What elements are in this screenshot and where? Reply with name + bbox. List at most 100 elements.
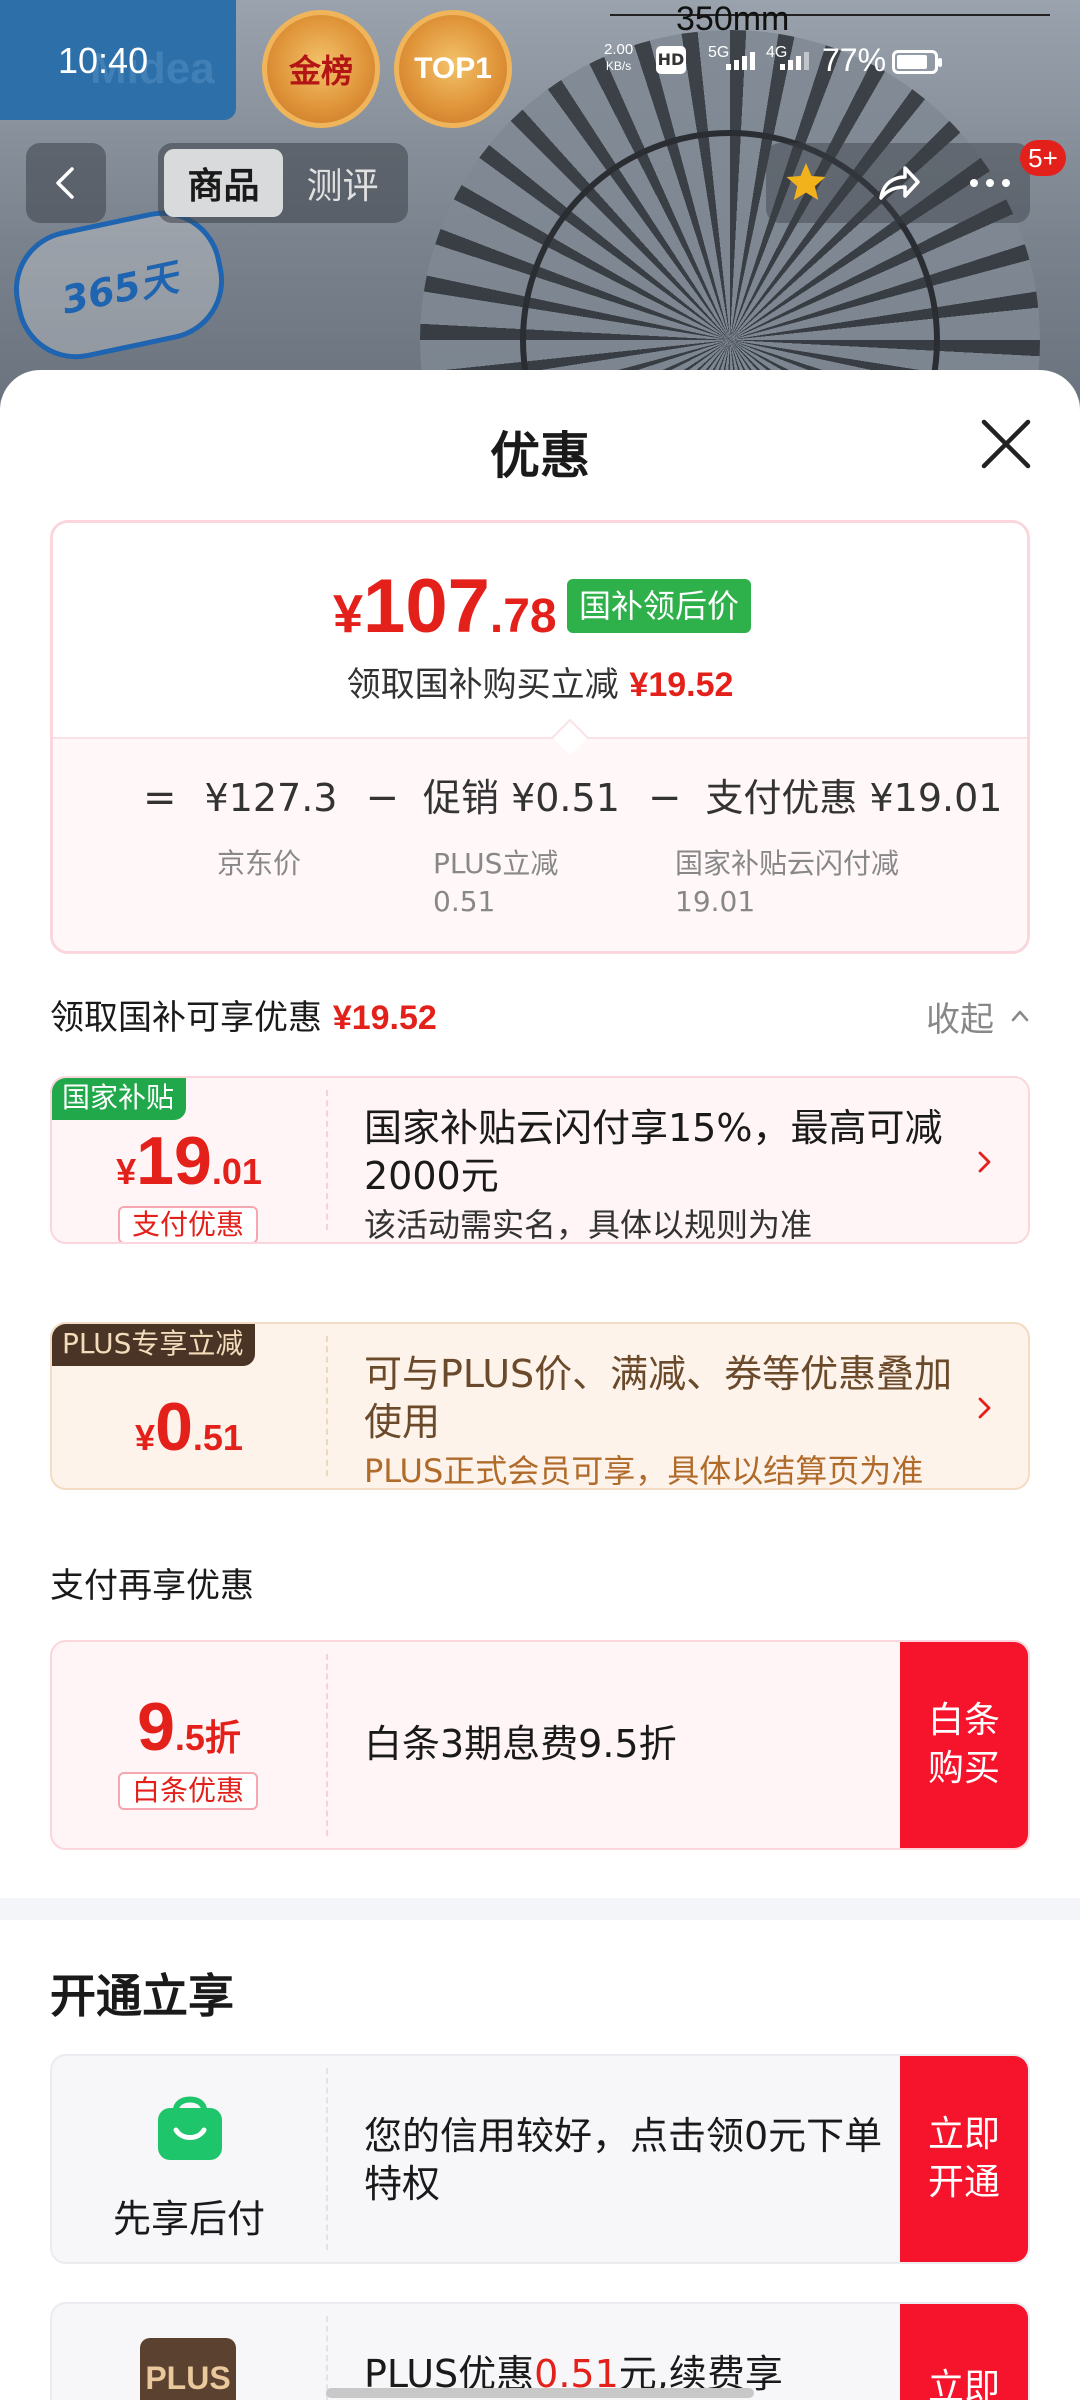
sheet-title: 优惠 <box>490 427 590 485</box>
baitiao-discount-integer: 9 <box>137 1689 175 1765</box>
plus-exclusive-flag: PLUS专享立减 <box>52 1324 256 1366</box>
price-summary-top: ¥107.78 国补领后价 领取国补购买立减 ¥19.52 <box>53 523 1027 737</box>
status-time: 10:40 <box>58 40 149 81</box>
warranty-badge-text: 365天 <box>57 254 182 323</box>
more-icon <box>970 179 1010 187</box>
plus-amount-integer: 0 <box>155 1389 193 1465</box>
final-price-integer: 107 <box>363 564 490 649</box>
close-button[interactable] <box>976 414 1036 474</box>
coupon-description: 国家补贴云闪付享15%，最高可减2000元 <box>364 1106 943 1198</box>
plus-amount-currency: ¥ <box>135 1417 156 1458</box>
equals-sign: = <box>143 775 177 821</box>
price-subtext-label: 领取国补购买立减 <box>346 665 619 705</box>
plus-open-button[interactable]: 立即 <box>900 2304 1028 2400</box>
baitiao-buy-line2: 购买 <box>927 1748 1000 1789</box>
favorite-button[interactable] <box>766 143 846 223</box>
promo-label-line1: PLUS立减 <box>433 847 559 880</box>
pay-later-open-line2: 开通 <box>927 2162 1000 2203</box>
status-bar: 10:40 2.00 KB/s HD 5G 4G 77% <box>0 0 1080 120</box>
tab-review[interactable]: 测评 <box>283 149 402 217</box>
coupon-amount-currency: ¥ <box>116 1151 137 1192</box>
price-summary-card: ¥107.78 国补领后价 领取国补购买立减 ¥19.52 = ¥127.3 −… <box>50 520 1030 954</box>
payment-discount-label-line2: 19.01 <box>675 885 756 918</box>
signal-bars-icon <box>726 52 755 70</box>
signal-bars-icon-2 <box>780 52 809 70</box>
coupon-note: 该活动需实名，具体以规则为准 <box>364 1206 813 1244</box>
battery-icon <box>892 50 942 74</box>
open-section-title: 开通立享 <box>50 1969 234 2023</box>
message-count-badge: 5+ <box>1020 140 1066 176</box>
more-button[interactable] <box>950 143 1030 223</box>
final-price-decimal: .78 <box>489 590 557 643</box>
plus-discount-coupon[interactable]: PLUS专享立减 ¥0.51 可与PLUS价、满减、券等优惠叠加使用 PLUS正… <box>50 1322 1030 1490</box>
chevron-left-icon <box>56 167 74 199</box>
promo-label: PLUS立减 0.51 <box>433 845 558 921</box>
pay-later-open-button[interactable]: 立即 开通 <box>900 2056 1028 2262</box>
payment-discount-tag: 支付优惠 <box>118 1206 259 1242</box>
battery-percent: 77% <box>822 42 887 78</box>
coupon-amount-decimal: .01 <box>211 1151 262 1192</box>
plus-amount-decimal: .51 <box>192 1417 243 1458</box>
network-speed-unit: KB/s <box>605 59 632 73</box>
star-icon <box>786 163 826 200</box>
plus-description: 可与PLUS价、满减、券等优惠叠加使用 <box>364 1352 953 1444</box>
section-separator <box>0 1898 1080 1920</box>
coupon-divider <box>326 1654 328 1836</box>
payment-discount-label-line1: 国家补贴云闪付减 <box>675 847 900 880</box>
discount-sheet: 优惠 ¥107.78 国补领后价 领取国补购买立减 ¥19.52 = ¥127.… <box>0 370 1080 2400</box>
chevron-up-icon[interactable] <box>1010 1006 1030 1026</box>
plus-open-line1: 立即 <box>927 2367 1000 2400</box>
share-button[interactable] <box>858 143 938 223</box>
subsidy-section-heading: 领取国补可享优惠 ¥19.52 <box>50 990 437 1039</box>
subsidy-price-tag: 国补领后价 <box>567 579 752 633</box>
minus-sign-2: − <box>647 775 682 821</box>
card-divider <box>326 2068 328 2250</box>
plus-note: PLUS正式会员可享，具体以结算页为准 <box>364 1452 924 1490</box>
subsidy-section-title: 领取国补可享优惠 <box>50 998 322 1038</box>
payment-section-heading: 支付再享优惠 <box>50 1566 254 1606</box>
chevron-right-icon <box>978 1397 991 1419</box>
promo-value: 促销 ¥0.51 <box>423 776 620 820</box>
baitiao-description: 白条3期息费9.5折 <box>364 1722 677 1766</box>
coupon-divider <box>326 1090 328 1230</box>
back-button[interactable] <box>26 143 106 223</box>
product-tabs: 商品 测评 <box>158 143 408 223</box>
baitiao-buy-button[interactable]: 白条 购买 <box>900 1642 1028 1848</box>
price-subtext: 领取国补购买立减 ¥19.52 <box>53 657 1027 706</box>
close-icon <box>981 419 1031 469</box>
price-breakdown: = ¥127.3 − 促销 ¥0.51 − 支付优惠 ¥19.01 京东价 PL… <box>53 737 1027 951</box>
tab-product[interactable]: 商品 <box>164 149 283 217</box>
baitiao-discount: 9.5折 <box>52 1688 326 1766</box>
nav-actions <box>766 143 1030 223</box>
plus-membership-card[interactable]: PLUS PLUS优惠0.51元,续费享 立即 <box>50 2302 1030 2400</box>
shopping-bag-icon <box>158 2096 222 2160</box>
collapse-toggle[interactable]: 收起 <box>926 992 994 1041</box>
payment-discount-value: 支付优惠 ¥19.01 <box>705 776 1003 820</box>
share-icon <box>879 166 920 200</box>
coupon-amount-integer: 19 <box>136 1123 212 1199</box>
home-indicator[interactable] <box>326 2388 754 2398</box>
payment-discount-label: 国家补贴云闪付减 19.01 <box>675 845 899 921</box>
price-formula: = ¥127.3 − 促销 ¥0.51 − 支付优惠 ¥19.01 <box>143 767 1002 822</box>
plus-amount: ¥0.51 <box>52 1388 326 1466</box>
baitiao-coupon[interactable]: 9.5折 白条优惠 白条3期息费9.5折 白条 购买 <box>50 1640 1030 1850</box>
pay-later-description: 您的信用较好，点击领0元下单特权 <box>364 2114 883 2206</box>
pay-later-open-line1: 立即 <box>927 2114 1000 2155</box>
card-divider <box>326 2316 328 2400</box>
warranty-badge: 365天 <box>2 199 236 371</box>
baitiao-buy-line1: 白条 <box>927 1700 1000 1741</box>
minus-sign-1: − <box>365 775 399 821</box>
baitiao-tag: 白条优惠 <box>118 1772 259 1810</box>
national-subsidy-flag: 国家补贴 <box>52 1078 187 1120</box>
subsidy-section-amount: ¥19.52 <box>332 999 437 1037</box>
chevron-right-icon <box>978 1151 991 1173</box>
promo-label-line2: 0.51 <box>433 885 496 918</box>
price-subtext-amount: ¥19.52 <box>629 666 734 704</box>
national-subsidy-coupon[interactable]: 国家补贴 ¥19.01 支付优惠 国家补贴云闪付享15%，最高可减2000元 该… <box>50 1076 1030 1244</box>
hd-icon: HD <box>656 46 686 74</box>
plus-logo: PLUS <box>140 2338 236 2400</box>
pay-later-card[interactable]: 先享后付 您的信用较好，点击领0元下单特权 立即 开通 <box>50 2054 1030 2264</box>
coupon-amount: ¥19.01 <box>52 1122 326 1200</box>
jd-price-value: ¥127.3 <box>204 776 338 820</box>
coupon-divider <box>326 1336 328 1476</box>
